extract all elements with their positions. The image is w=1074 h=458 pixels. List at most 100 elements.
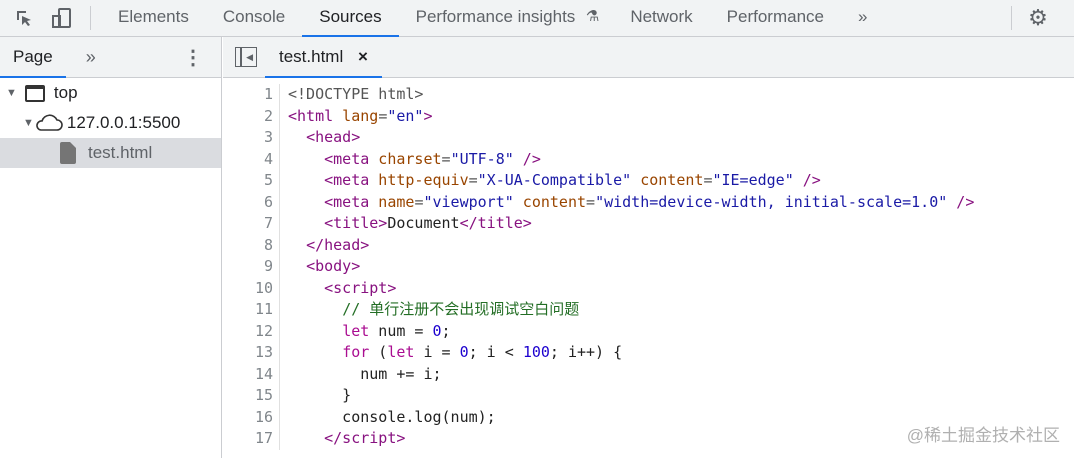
line-content: <script> (288, 278, 396, 300)
code-editor[interactable]: 1 <!DOCTYPE html> 2 <html lang="en"> 3 <head… (223, 84, 1074, 450)
code-line: 3 <head> (223, 127, 1074, 149)
code-token: "viewport" (423, 192, 514, 211)
code-line: 6 <meta name="viewport" content="width=d… (223, 191, 1074, 214)
line-content: <head> (288, 127, 360, 149)
tab-console[interactable]: Console (206, 0, 302, 36)
code-line: 4 <meta charset="UTF-8" /> (223, 148, 1074, 170)
line-content: <meta http-equiv="X-UA-Compatible" conte… (288, 170, 821, 192)
code-token: <head> (306, 128, 361, 146)
line-content: for (let i = 0; i < 100; i++) { (288, 342, 622, 364)
line-content: </script> (288, 428, 405, 450)
code-token: </head> (306, 235, 370, 254)
code-token: num += i; (288, 364, 442, 383)
code-token: content (631, 171, 704, 189)
code-token: 0 (459, 343, 469, 361)
tab-performance[interactable]: Performance (710, 0, 841, 36)
line-number[interactable]: 9 (223, 256, 280, 278)
toggle-navigator-icon[interactable]: ◀ (235, 47, 257, 67)
line-number[interactable]: 13 (223, 342, 280, 364)
tab-performance-insights[interactable]: Performance insights ⚗ (399, 0, 614, 36)
code-token: /> (513, 149, 541, 168)
line-number[interactable]: 17 (223, 428, 280, 450)
tab-network[interactable]: Network (613, 0, 709, 36)
line-number[interactable]: 15 (223, 385, 280, 407)
code-token: <html (288, 106, 334, 125)
line-number[interactable]: 6 (223, 191, 280, 213)
code-token: /> (793, 171, 821, 189)
code-token: let (387, 343, 415, 361)
more-tabs-button[interactable]: » (841, 0, 884, 36)
tree-label: top (53, 83, 78, 102)
expand-triangle-icon[interactable]: ▼ (23, 117, 34, 129)
code-line: 2 <html lang="en"> (223, 105, 1074, 128)
tab-elements[interactable]: Elements (101, 0, 206, 36)
line-content: num += i; (288, 364, 442, 386)
editor-pane: ◀ test.html × 1 <!DOCTYPE html> 2 <html lan… (223, 37, 1074, 458)
line-content: <html lang="en"> (288, 106, 433, 128)
line-content: <meta name="viewport" content="width=dev… (288, 192, 974, 214)
tab-sources[interactable]: Sources (302, 0, 400, 37)
code-token: ( (369, 343, 388, 361)
inspect-element-icon[interactable] (12, 6, 36, 30)
line-content: // 单行注册不会出现调试空白问题 (288, 299, 579, 321)
code-token: num = (369, 321, 433, 340)
close-tab-icon[interactable]: × (358, 47, 368, 66)
tree-item-top[interactable]: ▼ top (0, 78, 221, 108)
code-line: 8 </head> (223, 234, 1074, 256)
line-number[interactable]: 14 (223, 363, 280, 385)
code-token: } (288, 386, 352, 404)
divider (90, 6, 91, 30)
line-number[interactable]: 11 (223, 299, 280, 321)
tree-label: test.html (88, 143, 153, 162)
tree-item-file[interactable]: test.html (0, 138, 221, 168)
code-token: name (369, 192, 415, 211)
line-number[interactable]: 10 (223, 277, 280, 299)
settings-gear-icon[interactable]: ⚙ (1026, 5, 1050, 30)
code-token: /> (947, 192, 975, 211)
line-number[interactable]: 1 (223, 84, 280, 106)
more-options-icon[interactable]: ⋮ (183, 45, 203, 70)
code-line: 14 num += i; (223, 363, 1074, 386)
code-token: <!DOCTYPE html> (288, 85, 424, 103)
line-content: <title>Document</title> (288, 213, 532, 235)
line-number[interactable]: 8 (223, 234, 280, 256)
more-panes-button[interactable]: » (86, 47, 96, 68)
code-token: <body> (306, 257, 361, 275)
code-token: // 单行注册不会出现调试空白问题 (342, 300, 580, 318)
line-number[interactable]: 4 (223, 148, 280, 170)
tab-page[interactable]: Page (0, 37, 66, 78)
code-line: 7 <title>Document</title> (223, 213, 1074, 235)
file-tab[interactable]: test.html × (265, 37, 382, 78)
code-line: 11 // 单行注册不会出现调试空白问题 (223, 299, 1074, 321)
expand-triangle-icon[interactable]: ▼ (6, 87, 17, 99)
frame-icon (24, 84, 45, 102)
device-toolbar-icon[interactable] (50, 6, 74, 30)
code-token: lang (333, 106, 379, 125)
code-token: <script> (324, 278, 397, 297)
line-number[interactable]: 7 (223, 213, 280, 235)
line-number[interactable]: 2 (223, 105, 280, 127)
code-line: 1 <!DOCTYPE html> (223, 84, 1074, 106)
line-number[interactable]: 3 (223, 127, 280, 149)
line-number[interactable]: 16 (223, 406, 280, 428)
code-token: 0 (432, 321, 442, 340)
line-content: let num = 0; (288, 321, 450, 343)
code-token: "width=device-width, initial-scale=1.0" (595, 192, 948, 211)
tree-item-origin[interactable]: ▼ 127.0.0.1:5500 (0, 108, 221, 138)
line-number[interactable]: 12 (223, 320, 280, 342)
code-token: let (342, 321, 370, 340)
code-token: "IE=edge" (712, 171, 794, 189)
line-content: <!DOCTYPE html> (288, 84, 423, 106)
code-token: ; i < (468, 343, 523, 361)
code-token: <meta (324, 171, 370, 189)
line-number[interactable]: 5 (223, 170, 280, 192)
line-content: console.log(num); (288, 407, 496, 429)
code-token: console.log(num); (288, 407, 496, 426)
cloud-icon (36, 114, 63, 131)
